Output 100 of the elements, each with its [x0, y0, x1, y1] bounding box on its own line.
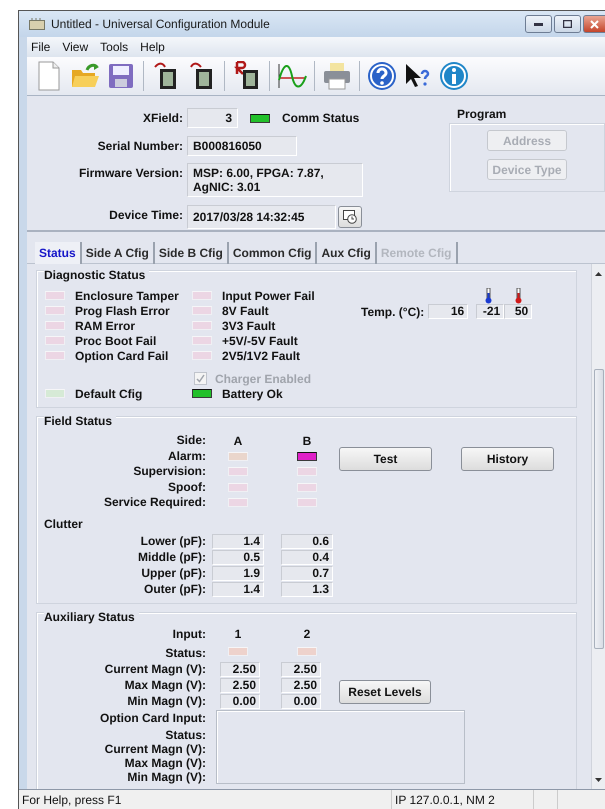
group-title: Field Status [44, 414, 116, 428]
printer-icon[interactable] [321, 60, 353, 92]
field-label: Status: [164, 728, 207, 742]
checkbox-label: Charger Enabled [215, 372, 312, 386]
group-title: Diagnostic Status [44, 268, 150, 282]
scroll-down-icon[interactable] [595, 778, 602, 783]
field-label: Current Magn (V): [104, 662, 207, 676]
field-label: Alarm: [166, 448, 207, 464]
clutter-value: 1.3 [281, 582, 333, 596]
magnitude-value: 0.00 [220, 694, 260, 708]
tab[interactable]: Status [35, 242, 82, 264]
menu-item[interactable]: File [31, 40, 50, 54]
field-label: XField: [142, 110, 183, 125]
column-heading: B [302, 434, 312, 448]
field-label: Side: [176, 433, 207, 448]
menu-item[interactable]: View [62, 40, 88, 54]
maximize-button[interactable] [554, 15, 581, 33]
field-label: Upper (pF): [140, 566, 207, 580]
test-button[interactable]: Test [339, 447, 432, 471]
field-label: Min Magn (V): [126, 770, 207, 784]
clutter-value: 0.4 [281, 550, 333, 564]
led-label: Prog Flash Error [75, 304, 170, 318]
led-label: Default Cfig [75, 386, 142, 400]
field-label: Input: [172, 626, 207, 642]
field-label: Current Magn (V): [104, 742, 207, 756]
field-label: Max Magn (V): [124, 756, 207, 770]
tab[interactable]: Common Cfig [228, 242, 318, 264]
led-label: Option Card Fail [75, 348, 168, 362]
clutter-value: 1.9 [212, 566, 264, 580]
field-label: Outer (pF): [143, 582, 207, 596]
reset-levels-button[interactable]: Reset Levels [339, 680, 431, 704]
field-label: Service Required: [102, 495, 207, 510]
temperature-value: -21 [476, 304, 504, 319]
thermometer-icon [485, 288, 492, 304]
led-label: 3V3 Fault [222, 318, 276, 332]
field-label: Min Magn (V): [126, 694, 207, 708]
led-label: Input Power Fail [222, 288, 315, 302]
menu-item[interactable]: Help [140, 40, 165, 54]
device-time-value: 2017/03/28 14:32:45 [187, 204, 336, 228]
column-heading: A [232, 434, 244, 448]
tab[interactable]: Side B Cfig [154, 242, 229, 264]
field-label: Serial Number: [96, 138, 183, 152]
field-label: Device Time: [108, 206, 183, 222]
field-label: Max Magn (V): [124, 678, 207, 692]
thermometer-icon [515, 288, 522, 304]
group-title: Auxiliary Status [44, 610, 139, 624]
tab[interactable]: Aux Cfig [317, 242, 377, 264]
field-label: Lower (pF): [140, 534, 207, 548]
serial-number-value: B000816050 [187, 136, 297, 156]
led-label: Enclosure Tamper [75, 288, 179, 302]
app-icon [29, 18, 45, 30]
magnitude-value: 2.50 [220, 678, 260, 692]
firmware-version-value: MSP: 6.00, FPGA: 7.87, AgNIC: 3.01 [187, 163, 363, 197]
close-button[interactable] [583, 15, 605, 33]
tab[interactable]: Side A Cfig [82, 242, 155, 264]
field-label: Supervision: [132, 464, 207, 480]
led-label: Comm Status [282, 111, 360, 125]
maximize-icon [563, 20, 572, 28]
clutter-value: 0.6 [281, 534, 333, 548]
scroll-up-icon[interactable] [595, 272, 602, 277]
menu-item[interactable]: Tools [100, 40, 128, 54]
field-label: Option Card Input: [99, 710, 207, 726]
field-label: Middle (pF): [137, 550, 207, 564]
field-label: Firmware Version: [78, 165, 183, 180]
clutter-value: 1.4 [212, 582, 264, 596]
vertical-scrollbar[interactable] [591, 264, 605, 789]
led-label: +5V/-5V Fault [222, 334, 298, 348]
clutter-value: 0.7 [281, 566, 333, 580]
led-label: RAM Error [75, 318, 136, 332]
led-label: 2V5/1V2 Fault [222, 348, 300, 362]
status-text: For Help, press F1 [19, 790, 392, 809]
field-label: Spoof: [167, 480, 207, 495]
field-label: Status: [164, 644, 207, 660]
led-label: Proc Boot Fail [75, 334, 156, 348]
window-title: Untitled - Universal Configuration Module [51, 17, 271, 31]
close-icon [590, 20, 599, 28]
group-title: Program [457, 107, 508, 121]
minimize-icon [534, 22, 543, 26]
info-icon[interactable] [438, 60, 470, 92]
clutter-value: 0.5 [212, 550, 264, 564]
clock-icon [343, 210, 357, 224]
led-label: Battery Ok [222, 386, 283, 400]
magnitude-value: 2.50 [281, 662, 321, 676]
magnitude-value: 2.50 [281, 678, 321, 692]
history-button[interactable]: History [461, 447, 554, 471]
temperature-label: Temp. (°C): [361, 304, 424, 318]
magnitude-value: 2.50 [220, 662, 260, 676]
xfield-value: 3 [187, 108, 238, 128]
clock-button[interactable] [338, 206, 362, 228]
led-label: 8V Fault [222, 304, 269, 318]
magnitude-value: 0.00 [281, 694, 321, 708]
status-text: IP 127.0.0.1, NM 2 [392, 790, 534, 809]
help-icon[interactable] [366, 60, 398, 92]
temperature-value: 16 [428, 304, 468, 319]
column-heading: 2 [302, 627, 312, 641]
subsection-title: Clutter [44, 516, 84, 530]
minimize-button[interactable] [525, 15, 552, 33]
column-heading: 1 [234, 627, 242, 641]
clutter-value: 1.4 [212, 534, 264, 548]
temperature-value: 50 [504, 304, 532, 319]
